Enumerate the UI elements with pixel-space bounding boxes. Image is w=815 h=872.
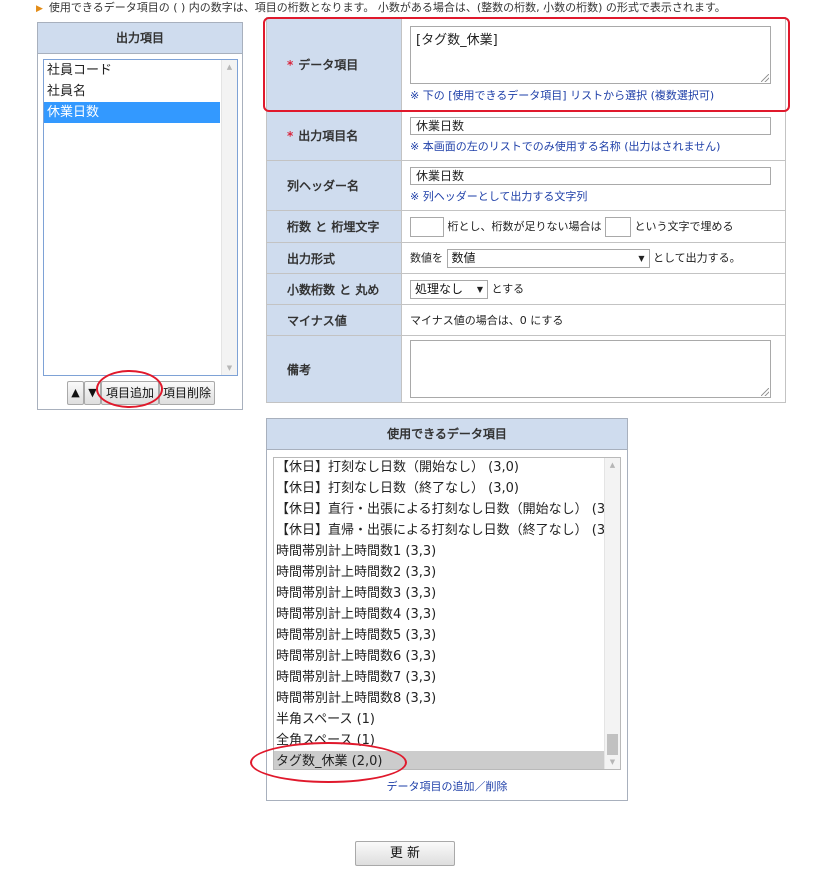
format-selected: 数値: [451, 250, 476, 265]
format-label: 出力形式: [266, 242, 402, 274]
available-item[interactable]: 時間帯別計上時間数6 (3,3): [274, 646, 604, 667]
output-name-label-cell: * 出力項目名: [266, 110, 402, 161]
move-up-button[interactable]: ▲: [67, 381, 84, 405]
minus-label: マイナス値: [266, 304, 402, 336]
output-list-scrollbar[interactable]: ▲ ▼: [221, 60, 237, 375]
delete-item-button[interactable]: 項目削除: [159, 381, 215, 405]
resize-grip-icon[interactable]: [761, 388, 769, 396]
available-item[interactable]: 時間帯別計上時間数8 (3,3): [274, 688, 604, 709]
digits-input[interactable]: [410, 216, 444, 237]
remarks-textarea[interactable]: [410, 340, 771, 398]
available-item[interactable]: 【休日】直帰・出張による打刻なし日数（終了なし） (3,0): [274, 520, 604, 541]
format-prefix: 数値を: [410, 251, 443, 264]
add-button-highlight: [96, 370, 163, 408]
output-item[interactable]: 社員名: [44, 81, 237, 102]
instruction-text: 使用できるデータ項目の ( ) 内の数字は、項目の桁数となります。 小数がある場…: [48, 1, 726, 14]
available-item[interactable]: 時間帯別計上時間数2 (3,3): [274, 562, 604, 583]
available-item[interactable]: 時間帯別計上時間数4 (3,3): [274, 604, 604, 625]
selected-item-highlight: [250, 742, 407, 783]
output-name-label: 出力項目名: [298, 129, 359, 143]
scroll-thumb[interactable]: [607, 734, 618, 755]
scroll-up-icon[interactable]: ▲: [605, 458, 620, 472]
output-items-panel: 出力項目 社員コード 社員名 休業日数 ▲ ▼ ▲ ▼ 項目追加 項目削除: [37, 22, 243, 410]
available-items-header: 使用できるデータ項目: [267, 419, 627, 450]
minus-text: マイナス値の場合は、0 にする: [401, 304, 786, 336]
output-items-list[interactable]: 社員コード 社員名 休業日数 ▲ ▼: [43, 59, 238, 376]
available-item[interactable]: 【休日】打刻なし日数（終了なし） (3,0): [274, 478, 604, 499]
digits-label: 桁数 と 桁埋文字: [266, 210, 402, 243]
data-item-highlight: [263, 17, 790, 112]
available-item[interactable]: 時間帯別計上時間数3 (3,3): [274, 583, 604, 604]
output-item[interactable]: 社員コード: [44, 60, 237, 81]
available-list-scrollbar[interactable]: ▲ ▼: [604, 458, 620, 769]
scroll-up-icon[interactable]: ▲: [222, 60, 237, 74]
available-item[interactable]: 時間帯別計上時間数1 (3,3): [274, 541, 604, 562]
scroll-down-icon[interactable]: ▼: [605, 755, 620, 769]
available-item[interactable]: 【休日】直行・出張による打刻なし日数（開始なし） (3,0): [274, 499, 604, 520]
format-select[interactable]: 数値 ▼: [446, 248, 650, 268]
instruction-note: ▶ 使用できるデータ項目の ( ) 内の数字は、項目の桁数となります。 小数がある…: [36, 0, 726, 16]
update-button[interactable]: 更 新: [355, 841, 455, 866]
digits-text-1: 桁とし、桁数が足りない場合は: [447, 219, 602, 233]
available-item[interactable]: 【休日】打刻なし日数（開始なし） (3,0): [274, 458, 604, 478]
column-header-label: 列ヘッダー名: [266, 160, 402, 211]
scroll-down-icon[interactable]: ▼: [222, 361, 237, 375]
available-item[interactable]: 時間帯別計上時間数7 (3,3): [274, 667, 604, 688]
dropdown-arrow-icon: ▼: [638, 253, 645, 263]
output-items-header: 出力項目: [38, 23, 242, 54]
available-items-list[interactable]: 【休日】打刻なし日数（開始なし） (3,0) 【休日】打刻なし日数（終了なし） …: [273, 457, 621, 770]
output-name-input[interactable]: 休業日数: [410, 117, 771, 135]
remarks-label: 備考: [266, 335, 402, 403]
column-header-hint: ※ 列ヘッダーとして出力する文字列: [410, 190, 588, 203]
triangle-bullet-icon: ▶: [36, 4, 43, 14]
digits-text-2: という文字で埋める: [634, 219, 734, 233]
rounding-selected: 処理なし: [415, 281, 464, 296]
output-name-hint: ※ 本画面の左のリストでのみ使用する名称 (出力はされません): [410, 140, 721, 153]
dropdown-arrow-icon: ▼: [476, 284, 483, 294]
decimal-label: 小数桁数 と 丸め: [266, 273, 402, 305]
rounding-select[interactable]: 処理なし ▼: [410, 279, 488, 299]
decimal-suffix: とする: [491, 282, 525, 295]
pad-char-input[interactable]: [605, 216, 631, 237]
available-item[interactable]: 半角スペース (1): [274, 709, 604, 730]
format-suffix: として出力する。: [653, 251, 741, 264]
required-mark: *: [287, 129, 294, 143]
column-header-input[interactable]: 休業日数: [410, 167, 771, 185]
available-item[interactable]: 時間帯別計上時間数5 (3,3): [274, 625, 604, 646]
output-item-selected[interactable]: 休業日数: [44, 102, 220, 123]
